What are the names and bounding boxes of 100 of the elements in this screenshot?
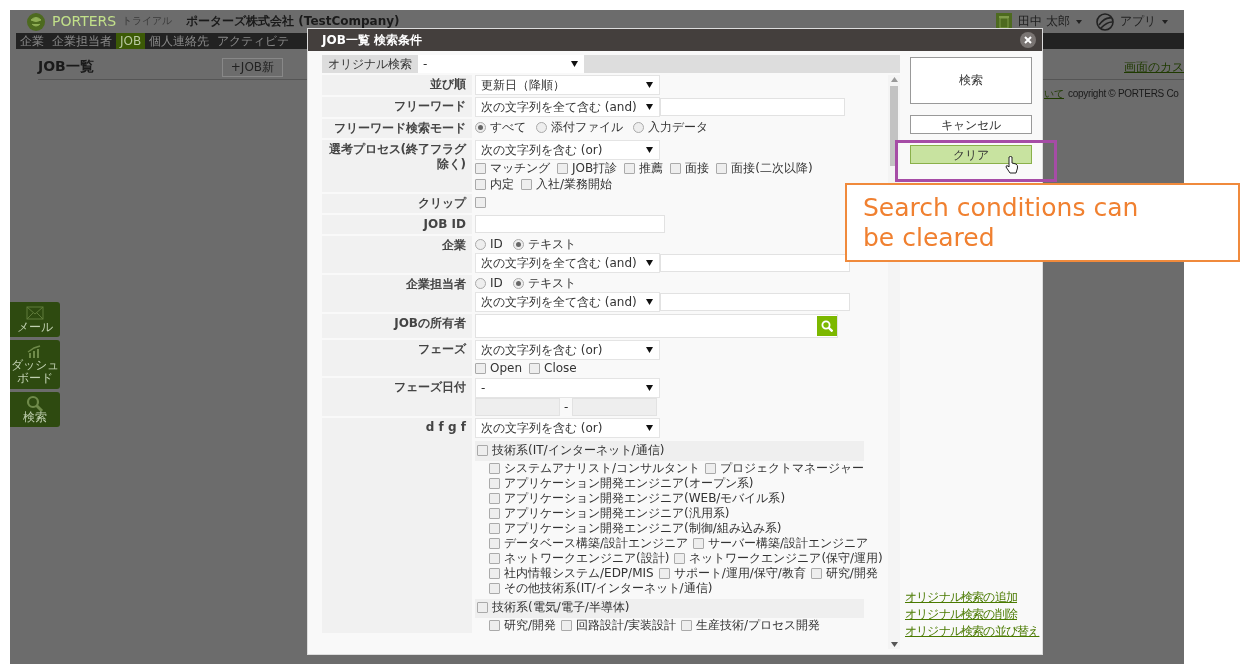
dropdown[interactable]: 次の文字列を含む (or) [475, 140, 660, 160]
nav-tab[interactable]: JOB [116, 33, 146, 49]
field-label: クリップ [418, 196, 466, 210]
caret-icon [1076, 19, 1082, 24]
date-field[interactable] [572, 398, 658, 416]
checkbox[interactable] [475, 178, 486, 190]
search-button[interactable] [817, 316, 837, 336]
checkbox[interactable] [489, 492, 500, 504]
dropdown-arrow-icon [571, 61, 578, 67]
checkbox[interactable] [489, 620, 500, 631]
checkbox-label: システムアナリスト/コンサルタント [504, 460, 701, 476]
globe-icon [1096, 12, 1114, 31]
checkbox[interactable] [705, 462, 717, 474]
checkbox[interactable] [670, 162, 682, 174]
checkbox[interactable] [529, 362, 541, 374]
dropdown[interactable]: - [475, 378, 660, 398]
checkbox[interactable] [489, 477, 500, 489]
search-button[interactable]: 検索 [910, 57, 1033, 104]
input-field[interactable] [660, 293, 850, 311]
radio-button[interactable] [475, 278, 486, 289]
checkbox[interactable] [477, 602, 488, 613]
field-label: フリーワード [394, 99, 466, 113]
checkbox[interactable] [477, 444, 488, 456]
dropdown-arrow-icon [646, 347, 653, 353]
input-field[interactable] [660, 254, 850, 272]
dropdown[interactable]: - [418, 55, 584, 73]
original-search-link[interactable]: オリジナル検索の削除 [905, 606, 1017, 623]
checkbox[interactable] [489, 522, 500, 534]
dropdown[interactable]: 次の文字列を含む (or) [475, 418, 660, 438]
checkbox-label: マッチング [490, 160, 550, 176]
checkbox[interactable] [489, 507, 500, 519]
field-label: JOBの所有者 [394, 316, 466, 330]
date-field[interactable] [475, 398, 560, 416]
checkbox[interactable] [489, 552, 500, 564]
company-name: ポーターズ株式会社 (TestCompany) [186, 14, 400, 29]
checkbox-label: データベース構築/設計エンジニア [504, 535, 689, 551]
checkbox[interactable] [658, 567, 670, 579]
input-field[interactable] [475, 215, 665, 233]
dropdown-arrow-icon [646, 385, 653, 391]
side-button[interactable]: メール [10, 302, 60, 338]
nav-tab[interactable]: 企業担当者 [48, 33, 116, 49]
lookup-field[interactable] [475, 314, 838, 338]
dropdown[interactable]: 更新日（降順） [475, 75, 660, 95]
checkbox-label: Close [544, 360, 577, 376]
checkbox-label: 面接(二次以降) [731, 160, 813, 176]
radio-button[interactable] [512, 239, 524, 250]
clear-button[interactable]: クリア [910, 145, 1033, 164]
radio-button[interactable] [512, 278, 524, 289]
dropdown[interactable]: 次の文字列を全て含む (and) [475, 292, 660, 312]
dropdown[interactable]: 次の文字列を全て含む (and) [475, 253, 660, 273]
field-label: フリーワード検索モード [334, 121, 466, 135]
field-label: JOB ID [423, 217, 466, 231]
checkbox[interactable] [475, 162, 486, 174]
original-search-link[interactable]: オリジナル検索の並び替え [905, 623, 1040, 640]
dropdown[interactable]: 次の文字列を含む (or) [475, 340, 660, 360]
checkbox[interactable] [810, 567, 822, 579]
nav-tab[interactable]: 個人連絡先 [145, 33, 214, 49]
checkbox-label: 技術系(電気/電子/半導体) [492, 600, 630, 615]
scroll-thumb[interactable] [890, 86, 898, 166]
checkbox[interactable] [489, 537, 500, 549]
radio-button[interactable] [633, 122, 644, 133]
radio-label: テキスト [527, 276, 576, 291]
cancel-button[interactable]: キャンセル [910, 115, 1033, 134]
page-title: JOB一覧 [38, 58, 94, 76]
nav-tab[interactable]: 企業 [16, 33, 48, 49]
radio-label: ID [490, 276, 503, 291]
checkbox[interactable] [561, 620, 573, 631]
checkbox[interactable] [674, 552, 686, 564]
radio-button[interactable] [475, 122, 486, 133]
checkbox[interactable] [489, 462, 500, 474]
original-search-label: オリジナル検索 [327, 56, 413, 72]
input-field[interactable] [660, 98, 845, 116]
checkbox[interactable] [475, 196, 486, 208]
checkbox[interactable] [716, 162, 728, 174]
side-button[interactable]: ダッシュボード [10, 340, 60, 389]
nav-tab[interactable]: アクティビテ [213, 33, 294, 49]
range-separator: - [563, 399, 570, 415]
dropdown-arrow-icon [646, 104, 653, 110]
checkbox-label: JOB打診 [572, 160, 618, 176]
dropdown-arrow-icon [646, 260, 653, 266]
checkbox[interactable] [557, 162, 568, 174]
checkbox[interactable] [681, 620, 693, 631]
checkbox-label: 入社/業務開始 [536, 176, 613, 192]
checkbox[interactable] [489, 567, 500, 579]
field-label: フェーズ [418, 342, 466, 356]
radio-button[interactable] [536, 122, 547, 133]
dropdown[interactable]: 次の文字列を全て含む (and) [475, 97, 660, 117]
radio-label: ID [490, 237, 503, 252]
search-icon [821, 320, 833, 332]
side-button[interactable]: 検索 [10, 391, 60, 427]
checkbox[interactable] [521, 178, 532, 190]
field-label: 選考プロセス(終了フラグ除く) [328, 142, 466, 171]
checkbox[interactable] [693, 537, 705, 549]
close-icon[interactable] [1020, 32, 1036, 48]
checkbox[interactable] [624, 162, 636, 174]
radio-button[interactable] [475, 239, 486, 250]
checkbox[interactable] [475, 362, 486, 374]
original-search-link[interactable]: オリジナル検索の追加 [905, 589, 1017, 606]
checkbox[interactable] [489, 582, 500, 594]
checkbox-label: 技術系(IT/インターネット/通信) [492, 442, 665, 458]
